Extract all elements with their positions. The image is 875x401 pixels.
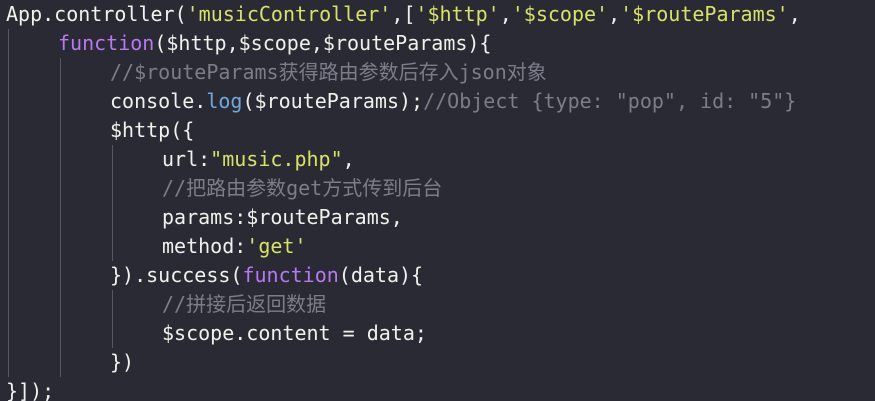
indent-guide	[8, 348, 9, 377]
indent-guide	[112, 203, 113, 232]
code-line-content: App.controller('musicController',['$http…	[6, 0, 801, 29]
indent-guide	[60, 145, 61, 174]
code-line[interactable]: //拼接后返回数据	[0, 290, 875, 319]
indent-guide	[8, 290, 9, 319]
code-token-plain: }).success(	[110, 263, 243, 287]
indent-guide	[8, 116, 9, 145]
indent-guide	[60, 232, 61, 261]
code-line[interactable]: }).success(function(data){	[0, 261, 875, 290]
code-line[interactable]: console.log($routeParams);//Object {type…	[0, 87, 875, 116]
code-token-plain: ,	[342, 147, 355, 171]
code-line[interactable]: //$routeParams获得路由参数后存入json对象	[0, 58, 875, 87]
indent-guide	[112, 319, 113, 348]
code-editor[interactable]: App.controller('musicController',['$http…	[0, 0, 875, 401]
code-token-plain: ($http,$scope,$routeParams){	[154, 31, 492, 55]
code-line-content: $http({	[110, 116, 194, 145]
code-line-content: $scope.content = data;	[162, 319, 427, 348]
code-line-content: function($http,$scope,$routeParams){	[58, 29, 491, 58]
indent-guide	[8, 232, 9, 261]
code-token-plain: $scope.content = data;	[162, 321, 427, 345]
code-line[interactable]: $http({	[0, 116, 875, 145]
code-line-content: }]);	[6, 377, 54, 401]
code-token-keyword: function	[242, 263, 339, 287]
indent-guide	[112, 174, 113, 203]
indent-guide	[60, 87, 61, 116]
indent-guide	[60, 203, 61, 232]
indent-guide	[60, 116, 61, 145]
code-line[interactable]: })	[0, 348, 875, 377]
code-token-plain: ,	[608, 2, 621, 26]
code-token-string: '$scope'	[511, 2, 609, 26]
code-token-plain: ,	[788, 2, 801, 26]
indent-guide	[60, 319, 61, 348]
indent-guide	[112, 232, 113, 261]
code-token-plain: console.	[110, 89, 207, 113]
indent-guide	[8, 261, 9, 290]
indent-guide	[8, 203, 9, 232]
code-token-string: "music.php"	[210, 147, 343, 171]
code-line-content: url:"music.php",	[162, 145, 355, 174]
code-token-plain: (data){	[338, 263, 424, 287]
code-line[interactable]: params:$routeParams,	[0, 203, 875, 232]
code-line[interactable]: method:'get'	[0, 232, 875, 261]
code-token-plain: }]);	[6, 379, 55, 401]
code-token-method: log	[206, 89, 243, 113]
code-token-comment: //$routeParams获得路由参数后存入json对象	[110, 60, 547, 84]
code-token-plain: url:	[162, 147, 211, 171]
code-token-plain: params:$routeParams,	[162, 205, 403, 229]
code-line-content: console.log($routeParams);//Object {type…	[110, 87, 796, 116]
code-line-content: })	[110, 348, 134, 377]
indent-guide	[8, 319, 9, 348]
code-line-content: //$routeParams获得路由参数后存入json对象	[110, 58, 547, 87]
code-token-plain: ,[	[391, 2, 416, 26]
code-token-string: 'get'	[246, 234, 307, 258]
code-token-plain: method:	[162, 234, 247, 258]
indent-guide	[8, 87, 9, 116]
code-line[interactable]: }]);	[0, 377, 875, 401]
code-token-plain: ($routeParams);	[242, 89, 424, 113]
code-token-string: '$http'	[415, 2, 500, 26]
code-line[interactable]: $scope.content = data;	[0, 319, 875, 348]
code-token-plain: App.controller(	[6, 2, 187, 26]
code-line-content: //拼接后返回数据	[162, 290, 326, 319]
indent-guide	[8, 145, 9, 174]
code-line[interactable]: //把路由参数get方式传到后台	[0, 174, 875, 203]
code-line-content: method:'get'	[162, 232, 307, 261]
code-token-plain: })	[110, 350, 135, 374]
indent-guide	[60, 290, 61, 319]
indent-guide	[60, 261, 61, 290]
code-line-content: }).success(function(data){	[110, 261, 423, 290]
code-line-content: params:$routeParams,	[162, 203, 403, 232]
indent-guide	[112, 145, 113, 174]
indent-guide	[60, 58, 61, 87]
code-line-content: //把路由参数get方式传到后台	[162, 174, 442, 203]
code-token-comment: //把路由参数get方式传到后台	[162, 176, 443, 200]
indent-guide	[8, 29, 9, 58]
code-token-plain: $http({	[110, 118, 195, 142]
indent-guide	[60, 348, 61, 377]
indent-guide	[112, 290, 113, 319]
code-token-string: '$routeParams'	[620, 2, 789, 26]
indent-guide	[8, 58, 9, 87]
code-token-comment: //拼接后返回数据	[162, 292, 327, 316]
code-line[interactable]: function($http,$scope,$routeParams){	[0, 29, 875, 58]
code-token-keyword: function	[58, 31, 155, 55]
code-token-comment: //Object {type: "pop", id: "5"}	[423, 89, 797, 113]
indent-guide	[8, 174, 9, 203]
indent-guide	[60, 174, 61, 203]
code-token-string: 'musicController'	[186, 2, 392, 26]
code-token-plain: ,	[499, 2, 512, 26]
code-line[interactable]: App.controller('musicController',['$http…	[0, 0, 875, 29]
code-line[interactable]: url:"music.php",	[0, 145, 875, 174]
